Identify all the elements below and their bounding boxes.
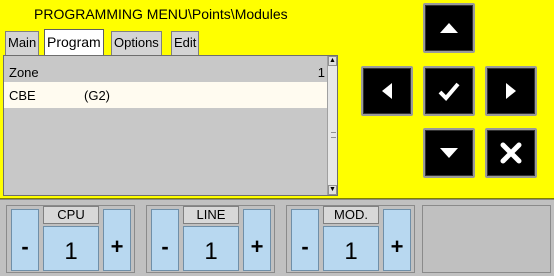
scroll-down-icon[interactable]: ▼ (328, 185, 337, 195)
module-code: (G2) (84, 88, 110, 103)
line-label: LINE (183, 206, 239, 224)
mod-value[interactable]: 1 (323, 226, 379, 271)
module-name: CBE (9, 88, 36, 103)
checkmark-icon (438, 82, 460, 101)
mod-counter: - MOD. 1 + (286, 205, 415, 273)
menu-title: PROGRAMMING MENU\Points\Modules (34, 6, 288, 22)
zone-label: Zone (9, 65, 39, 80)
cpu-value[interactable]: 1 (43, 226, 99, 271)
up-button[interactable] (423, 3, 475, 53)
cancel-button[interactable] (485, 128, 537, 178)
cpu-counter: - CPU 1 + (6, 205, 135, 273)
cpu-label: CPU (43, 206, 99, 224)
tab-options[interactable]: Options (111, 31, 162, 55)
arrow-left-icon (382, 83, 392, 99)
cpu-plus-button[interactable]: + (103, 209, 131, 271)
list-scrollbar[interactable]: ▲ ▼ (327, 56, 337, 195)
line-plus-button[interactable]: + (243, 209, 271, 271)
confirm-button[interactable] (423, 66, 475, 116)
line-minus-button[interactable]: - (151, 209, 179, 271)
programming-screen: PROGRAMMING MENU\Points\Modules Main Pro… (0, 0, 554, 276)
grip-icon (331, 132, 336, 138)
list-item[interactable]: CBE (G2) (4, 82, 329, 108)
tab-program[interactable]: Program (44, 29, 104, 55)
cpu-minus-button[interactable]: - (11, 209, 39, 271)
tab-main[interactable]: Main (5, 31, 40, 55)
line-counter: - LINE 1 + (146, 205, 275, 273)
right-button[interactable] (485, 66, 537, 116)
counter-panel: - CPU 1 + - LINE 1 + - MOD. 1 + (0, 199, 554, 276)
main-panel: PROGRAMMING MENU\Points\Modules Main Pro… (0, 0, 554, 199)
empty-panel (422, 205, 551, 273)
cross-icon (500, 142, 522, 164)
left-button[interactable] (361, 66, 413, 116)
tab-edit[interactable]: Edit (171, 31, 200, 55)
arrow-down-icon (440, 148, 458, 158)
arrow-right-icon (506, 83, 516, 99)
line-value[interactable]: 1 (183, 226, 239, 271)
zone-number: 1 (317, 65, 325, 80)
points-list: Zone 1 CBE (G2) ▲ ▼ (3, 55, 338, 196)
down-button[interactable] (423, 128, 475, 178)
scrollbar-thumb[interactable] (329, 68, 336, 182)
mod-label: MOD. (323, 206, 379, 224)
arrow-up-icon (440, 23, 458, 33)
mod-minus-button[interactable]: - (291, 209, 319, 271)
scroll-up-icon[interactable]: ▲ (328, 56, 337, 66)
mod-plus-button[interactable]: + (383, 209, 411, 271)
